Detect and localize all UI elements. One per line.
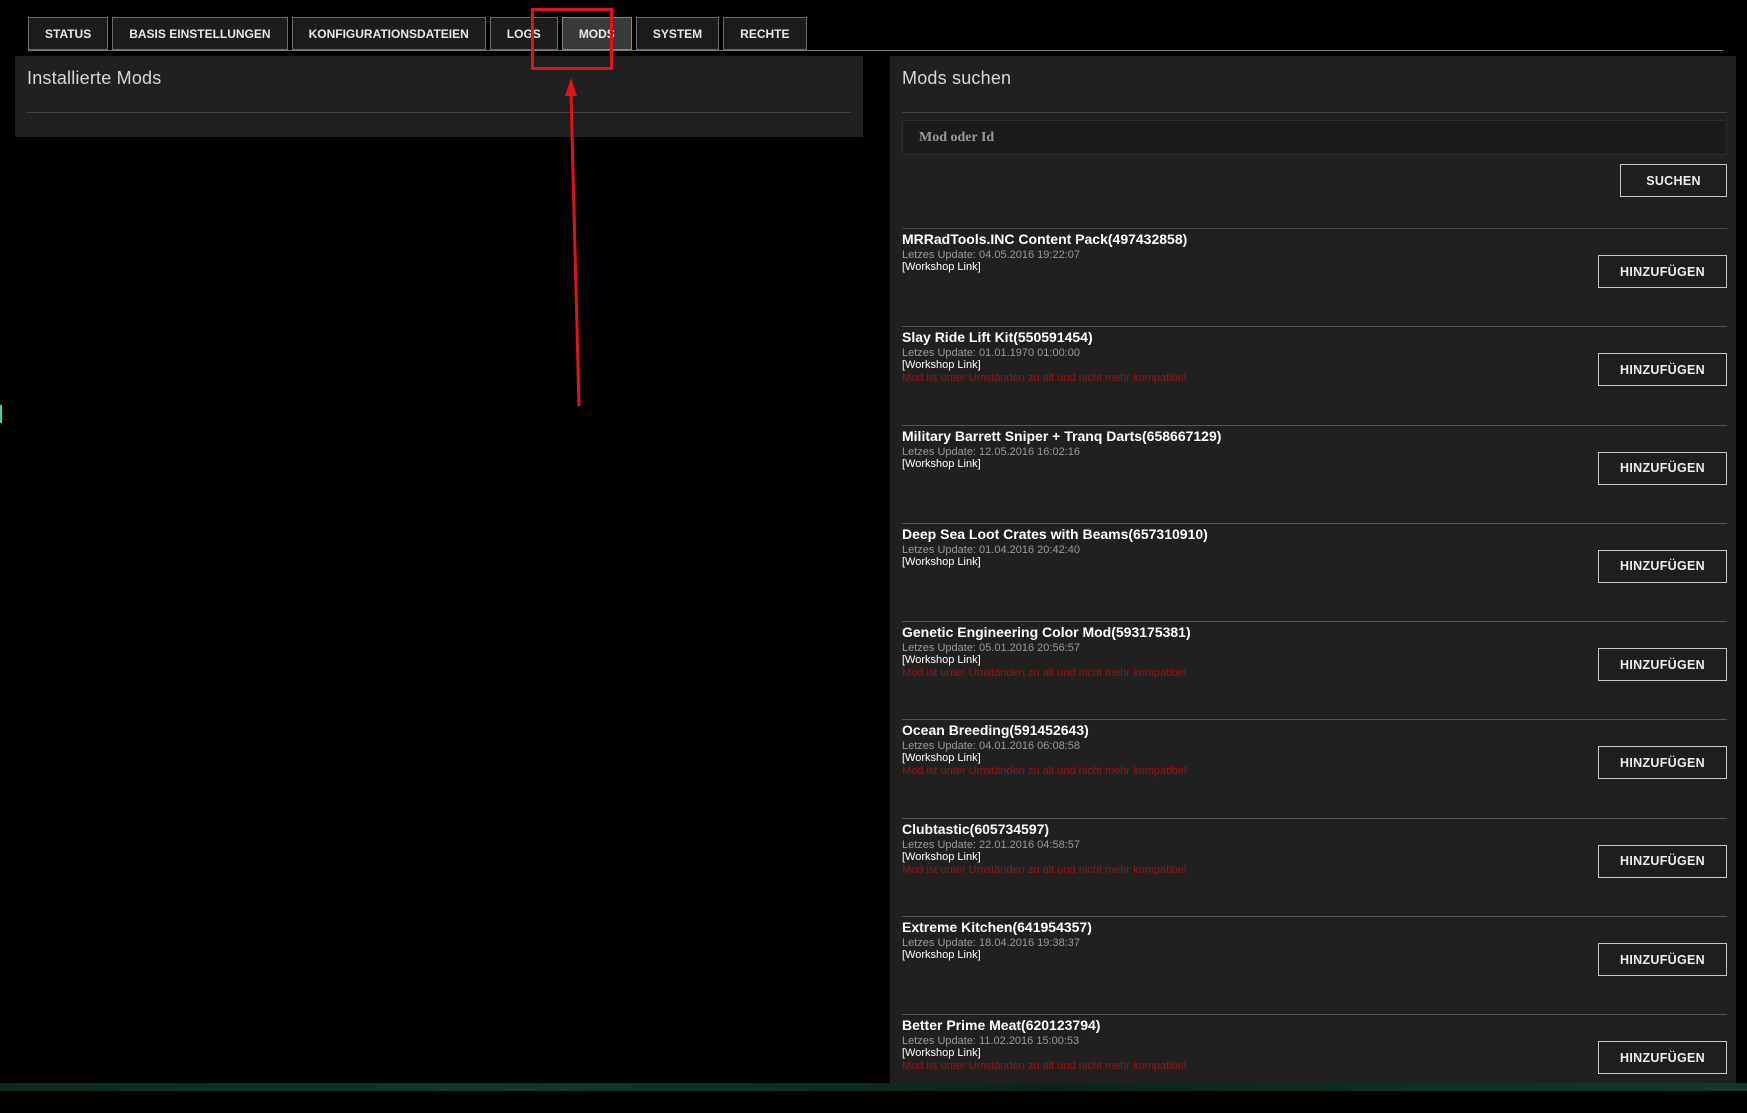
add-mod-button[interactable]: HINZUFÜGEN [1598,1041,1727,1075]
add-mod-button[interactable]: HINZUFÜGEN [1598,746,1727,780]
mod-last-update: Letzes Update: 01.01.1970 01:00:00 [902,347,1080,360]
search-input[interactable] [902,120,1727,155]
mod-last-update: Letzes Update: 04.01.2016 06:08:58 [902,740,1080,753]
workshop-link[interactable]: [Workshop Link] [902,949,981,961]
search-mods-divider [902,112,1727,113]
mod-result-item: Deep Sea Loot Crates with Beams(65731091… [902,522,1727,621]
tab-bar-divider [28,50,1723,51]
tab-konfigurationsdateien[interactable]: KONFIGURATIONSDATEIEN [291,17,486,50]
workshop-link[interactable]: [Workshop Link] [902,654,981,666]
mod-result-item: Clubtastic(605734597) Letzes Update: 22.0… [902,817,1727,916]
compatibility-warning: Mod ist unter Umständen zu alt und nicht… [902,863,1187,876]
add-mod-button[interactable]: HINZUFÜGEN [1598,451,1727,485]
workshop-link[interactable]: [Workshop Link] [902,556,981,568]
mod-last-update: Letzes Update: 18.04.2016 19:38:37 [902,937,1080,950]
mod-name: Genetic Engineering Color Mod(593175381) [902,624,1191,641]
mod-name: MRRadTools.INC Content Pack(497432858) [902,231,1188,247]
mod-result-list: MRRadTools.INC Content Pack(497432858) Le… [902,228,1727,1113]
compatibility-warning: Mod ist unter Umständen zu alt und nicht… [902,765,1187,778]
search-mods-panel: Mods suchen SUCHEN MRRadTools.INC Conten… [890,56,1736,1091]
mod-name: Ocean Breeding(591452643) [902,722,1089,739]
mod-result-item: Genetic Engineering Color Mod(593175381)… [902,621,1727,719]
tab-basis-einstellungen[interactable]: BASIS EINSTELLUNGEN [112,17,288,50]
tab-status[interactable]: STATUS [28,17,109,50]
tab-rechte[interactable]: RECHTE [723,17,807,50]
tab-system[interactable]: SYSTEM [635,17,720,50]
workshop-link[interactable]: [Workshop Link] [902,359,981,371]
workshop-link[interactable]: [Workshop Link] [902,851,981,863]
compatibility-warning: Mod ist unter Umständen zu alt und nicht… [902,667,1187,680]
search-mods-title: Mods suchen [902,68,1012,88]
add-mod-button[interactable]: HINZUFÜGEN [1598,353,1727,387]
mod-name: Military Barrett Sniper + Tranq Darts(65… [902,427,1222,444]
mod-result-item: Ocean Breeding(591452643) Letzes Update: … [902,719,1727,817]
mod-result-item: Extreme Kitchen(641954357) Letzes Update:… [902,916,1727,1014]
compatibility-warning: Mod ist unter Umständen zu alt und nicht… [902,1060,1187,1073]
mod-last-update: Letzes Update: 05.01.2016 20:56:57 [902,642,1080,655]
mod-last-update: Letzes Update: 01.04.2016 20:42:40 [902,543,1080,556]
add-mod-button[interactable]: HINZUFÜGEN [1598,255,1727,288]
workshop-link[interactable]: [Workshop Link] [902,1047,981,1059]
installed-mods-divider [27,112,851,113]
installed-mods-panel: Installierte Mods [15,56,863,137]
add-mod-button[interactable]: HINZUFÜGEN [1598,844,1727,878]
workshop-link[interactable]: [Workshop Link] [902,458,981,470]
mod-last-update: Letzes Update: 22.01.2016 04:58:57 [902,838,1080,851]
mod-name: Deep Sea Loot Crates with Beams(65731091… [902,525,1208,542]
mod-name: Slay Ride Lift Kit(550591454) [902,329,1093,346]
mod-result-item: Better Prime Meat(620123794) Letzes Updat… [902,1014,1727,1112]
add-mod-button[interactable]: HINZUFÜGEN [1598,943,1727,977]
workshop-link[interactable]: [Workshop Link] [902,752,981,764]
add-mod-button[interactable]: HINZUFÜGEN [1598,549,1727,583]
search-button[interactable]: SUCHEN [1620,164,1727,197]
add-mod-button[interactable]: HINZUFÜGEN [1598,648,1727,682]
edge-accent [0,405,2,423]
mod-last-update: Letzes Update: 11.02.2016 15:00:53 [902,1035,1080,1048]
mod-last-update: Letzes Update: 12.05.2016 16:02:16 [902,445,1080,458]
compatibility-warning: Mod ist unter Umständen zu alt und nicht… [902,372,1187,385]
background-strip [0,1083,1747,1091]
mod-name: Better Prime Meat(620123794) [902,1017,1101,1034]
mod-name: Clubtastic(605734597) [902,820,1050,837]
mod-result-item: Military Barrett Sniper + Tranq Darts(65… [902,424,1727,523]
tab-bar: STATUS BASIS EINSTELLUNGEN KONFIGURATION… [28,17,807,50]
mod-result-item: MRRadTools.INC Content Pack(497432858) Le… [902,228,1727,326]
mod-last-update: Letzes Update: 04.05.2016 19:22:07 [902,249,1080,261]
annotation-highlight-box [531,8,613,70]
workshop-link[interactable]: [Workshop Link] [902,261,981,273]
installed-mods-title: Installierte Mods [27,68,162,88]
mod-result-item: Slay Ride Lift Kit(550591454) Letzes Upda… [902,326,1727,424]
mod-name: Extreme Kitchen(641954357) [902,919,1092,936]
